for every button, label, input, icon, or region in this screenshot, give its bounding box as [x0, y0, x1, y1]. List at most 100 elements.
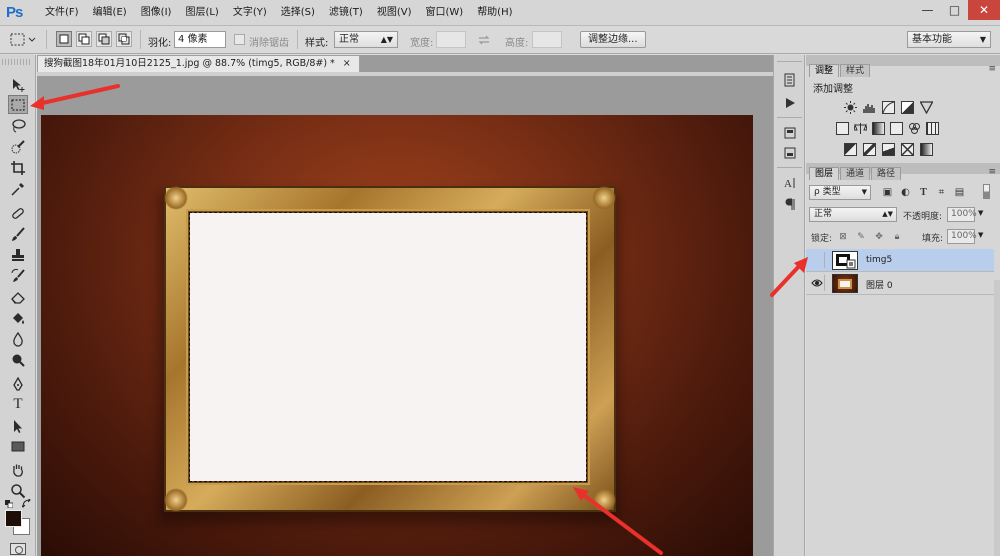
paragraph-panel-icon[interactable]: [781, 196, 799, 212]
menu-view[interactable]: 视图(V): [370, 6, 419, 20]
photo-filter-icon[interactable]: [890, 122, 903, 135]
document-tab[interactable]: 搜狗截图18年01月10日2125_1.jpg @ 88.7% (timg5, …: [37, 55, 360, 72]
levels-icon[interactable]: [863, 101, 876, 114]
pixel-filter-icon[interactable]: ▣: [882, 187, 893, 198]
filter-toggle[interactable]: [983, 184, 990, 199]
new-selection-button[interactable]: [56, 31, 72, 47]
blur-tool[interactable]: [8, 329, 28, 348]
type-filter-icon[interactable]: T: [918, 187, 929, 198]
opacity-input[interactable]: 100%: [947, 207, 977, 222]
adjustment-filter-icon[interactable]: ◐: [900, 187, 911, 198]
feather-input[interactable]: 4 像素: [174, 31, 226, 48]
panel-menu-icon[interactable]: ≡: [988, 64, 996, 74]
height-input[interactable]: [532, 31, 562, 48]
maximize-button[interactable]: □: [941, 0, 968, 20]
tab-layers[interactable]: 图层: [809, 167, 840, 180]
layer-visibility-toggle[interactable]: [809, 275, 825, 291]
subtract-from-selection-button[interactable]: [96, 31, 112, 47]
history-brush-tool[interactable]: [8, 266, 28, 285]
selective-color-icon[interactable]: [901, 143, 914, 156]
invert-icon[interactable]: [844, 143, 857, 156]
panel-grip[interactable]: [2, 59, 32, 65]
swap-colors-icon[interactable]: [20, 497, 32, 509]
opacity-dropdown-icon[interactable]: ▼: [978, 209, 983, 217]
panel-menu-icon[interactable]: ≡: [988, 167, 996, 177]
history-panel-icon[interactable]: [781, 72, 799, 88]
black-white-icon[interactable]: [872, 122, 885, 135]
gradient-triangle-icon[interactable]: [919, 101, 934, 115]
crop-tool[interactable]: [8, 158, 28, 177]
move-tool[interactable]: [8, 75, 28, 94]
clone-source-icon[interactable]: [781, 145, 799, 161]
paint-bucket-tool[interactable]: [8, 308, 28, 327]
type-tool[interactable]: T: [8, 395, 28, 414]
healing-brush-tool[interactable]: [8, 203, 28, 222]
eraser-tool[interactable]: [8, 287, 28, 306]
dodge-tool[interactable]: [8, 350, 28, 369]
balance-icon[interactable]: [853, 122, 868, 135]
blend-mode-select[interactable]: 正常 ▲▼: [809, 207, 897, 222]
character-panel-icon[interactable]: A: [781, 175, 799, 191]
tool-preset-picker[interactable]: [8, 31, 38, 48]
close-tab-icon[interactable]: ×: [343, 56, 351, 72]
curves-icon[interactable]: [882, 101, 895, 114]
clone-stamp-tool[interactable]: [8, 245, 28, 264]
close-button[interactable]: ✕: [968, 0, 1000, 20]
menu-layer[interactable]: 图层(L): [178, 6, 225, 20]
channel-mixer-icon[interactable]: [908, 122, 921, 135]
width-input[interactable]: [436, 31, 466, 48]
layer-filter-select[interactable]: ρ 类型 ▼: [809, 185, 871, 200]
menu-edit[interactable]: 编辑(E): [86, 6, 134, 20]
swap-dimensions-icon[interactable]: [477, 33, 491, 47]
color-lookup-icon[interactable]: [926, 122, 939, 135]
shape-tool[interactable]: [8, 437, 28, 456]
threshold-icon[interactable]: [882, 143, 895, 156]
zoom-tool[interactable]: [8, 481, 28, 500]
refine-edge-button[interactable]: 调整边缘...: [580, 31, 646, 48]
layer-row-timg5[interactable]: timg5: [806, 249, 994, 272]
exposure-icon[interactable]: [901, 101, 914, 114]
layer-visibility-toggle[interactable]: [809, 252, 825, 268]
workspace-select[interactable]: 基本功能 ▼: [907, 31, 991, 48]
menu-type[interactable]: 文字(Y): [226, 6, 274, 20]
shape-filter-icon[interactable]: ⌗: [936, 187, 947, 198]
hand-tool[interactable]: [8, 460, 28, 479]
quick-mask-button[interactable]: [10, 543, 26, 555]
tab-styles[interactable]: 样式: [840, 64, 871, 77]
add-to-selection-button[interactable]: [76, 31, 92, 47]
actions-play-icon[interactable]: [781, 95, 799, 111]
menu-file[interactable]: 文件(F): [38, 6, 86, 20]
gradient-map-icon[interactable]: [920, 143, 933, 156]
posterize-icon[interactable]: [863, 143, 876, 156]
lasso-tool[interactable]: [8, 116, 28, 135]
menu-help[interactable]: 帮助(H): [470, 6, 519, 20]
intersect-selection-button[interactable]: [116, 31, 132, 47]
path-selection-tool[interactable]: [8, 416, 28, 435]
tab-paths[interactable]: 路径: [871, 167, 902, 180]
rectangular-marquee-tool[interactable]: [8, 95, 28, 114]
layer-comps-icon[interactable]: [781, 125, 799, 141]
menu-image[interactable]: 图像(I): [134, 6, 179, 20]
fill-dropdown-icon[interactable]: ▼: [978, 231, 983, 239]
antialias-checkbox[interactable]: [234, 34, 245, 45]
tab-channels[interactable]: 通道: [840, 167, 871, 180]
menu-filter[interactable]: 滤镜(T): [322, 6, 370, 20]
brush-tool[interactable]: [8, 224, 28, 243]
pen-tool[interactable]: [8, 374, 28, 393]
foreground-color-swatch[interactable]: [5, 510, 22, 527]
lock-position-icon[interactable]: ✥: [874, 232, 884, 242]
menu-window[interactable]: 窗口(W): [418, 6, 470, 20]
brightness-icon[interactable]: [844, 101, 857, 114]
tab-adjustments[interactable]: 调整: [809, 64, 840, 77]
lock-image-icon[interactable]: ✎: [856, 232, 866, 242]
smart-object-filter-icon[interactable]: ▤: [954, 187, 965, 198]
lock-all-icon[interactable]: 🔒︎: [892, 232, 902, 242]
style-select[interactable]: 正常 ▲▼: [334, 31, 398, 48]
quick-selection-tool[interactable]: [8, 137, 28, 156]
fill-input[interactable]: 100%: [947, 229, 977, 244]
menu-select[interactable]: 选择(S): [274, 6, 322, 20]
vibrance-icon[interactable]: [836, 122, 849, 135]
image-canvas[interactable]: [41, 115, 753, 556]
eyedropper-tool[interactable]: [8, 179, 28, 198]
layer-row-layer0[interactable]: 图层 0: [806, 272, 994, 295]
